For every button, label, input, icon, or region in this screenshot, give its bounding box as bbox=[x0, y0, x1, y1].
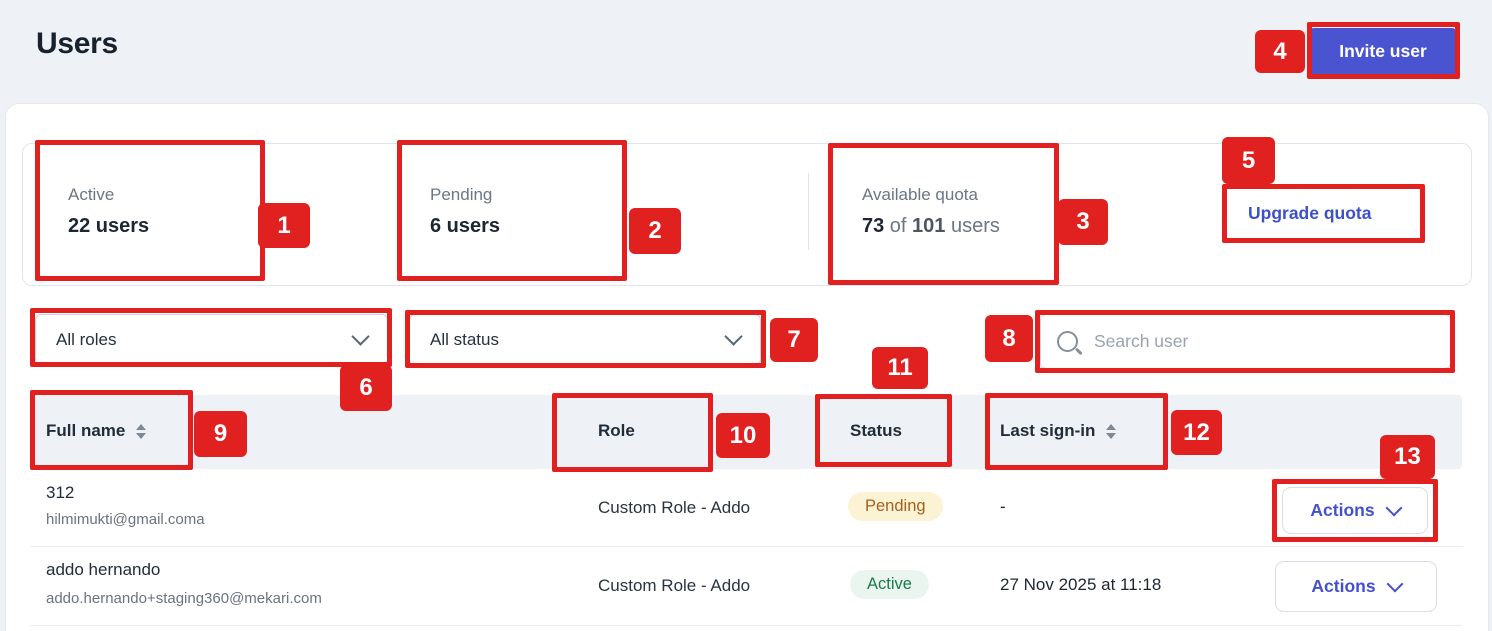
actions-label: Actions bbox=[1310, 500, 1374, 521]
user-role: Custom Role - Addo bbox=[598, 498, 750, 518]
user-full-name: addo hernando bbox=[46, 560, 160, 580]
roles-filter-dropdown[interactable]: All roles bbox=[35, 314, 388, 366]
pending-stat-value: 6 users bbox=[430, 215, 500, 238]
chevron-down-icon bbox=[724, 327, 742, 345]
column-header-last-signin[interactable]: Last sign-in bbox=[1000, 421, 1116, 441]
quota-stat-value: 73 of 101 users bbox=[862, 215, 1000, 238]
roles-filter-value: All roles bbox=[56, 330, 116, 350]
chevron-down-icon bbox=[1386, 576, 1403, 593]
upgrade-quota-link[interactable]: Upgrade quota bbox=[1248, 203, 1371, 224]
quota-of: of bbox=[884, 215, 912, 237]
column-header-label: Role bbox=[598, 421, 635, 441]
column-header-label: Last sign-in bbox=[1000, 421, 1095, 441]
status-badge: Pending bbox=[848, 492, 943, 521]
column-header-role: Role bbox=[598, 421, 635, 441]
active-stat-label: Active bbox=[68, 185, 114, 205]
quota-total: 101 bbox=[912, 215, 945, 237]
row-divider bbox=[30, 625, 1462, 626]
actions-button[interactable]: Actions bbox=[1282, 487, 1428, 534]
quota-used: 73 bbox=[862, 215, 884, 237]
column-header-label: Full name bbox=[46, 421, 125, 441]
chevron-down-icon bbox=[351, 327, 369, 345]
annotation-badge-4: 4 bbox=[1255, 30, 1305, 73]
user-role: Custom Role - Addo bbox=[598, 576, 750, 596]
stats-divider bbox=[808, 173, 809, 250]
quota-suffix: users bbox=[945, 215, 999, 237]
quota-stat-label: Available quota bbox=[862, 185, 978, 205]
user-email: addo.hernando+staging360@mekari.com bbox=[46, 590, 322, 607]
search-input[interactable] bbox=[1092, 330, 1434, 353]
pending-stat-label: Pending bbox=[430, 185, 492, 205]
search-box[interactable] bbox=[1040, 314, 1451, 369]
user-email: hilmimukti@gmail.coma bbox=[46, 511, 205, 528]
last-signin-value: 27 Nov 2025 at 11:18 bbox=[1000, 575, 1161, 595]
status-filter-dropdown[interactable]: All status bbox=[409, 314, 761, 366]
chevron-down-icon bbox=[1385, 500, 1402, 517]
invite-user-button[interactable]: Invite user bbox=[1310, 28, 1456, 75]
row-divider bbox=[30, 546, 1462, 547]
table-header-row bbox=[30, 395, 1462, 469]
user-full-name: 312 bbox=[46, 483, 74, 503]
column-header-status: Status bbox=[850, 421, 902, 441]
actions-button[interactable]: Actions bbox=[1275, 561, 1437, 612]
sort-icon[interactable] bbox=[1106, 424, 1116, 439]
column-header-label: Status bbox=[850, 421, 902, 441]
last-signin-value: - bbox=[1000, 497, 1006, 517]
sort-icon[interactable] bbox=[136, 424, 146, 439]
page-title: Users bbox=[36, 27, 118, 61]
active-stat-value: 22 users bbox=[68, 215, 149, 238]
status-filter-value: All status bbox=[430, 330, 499, 350]
column-header-full-name[interactable]: Full name bbox=[46, 421, 146, 441]
search-icon bbox=[1057, 331, 1078, 352]
actions-label: Actions bbox=[1311, 576, 1375, 597]
status-badge: Active bbox=[850, 570, 929, 599]
